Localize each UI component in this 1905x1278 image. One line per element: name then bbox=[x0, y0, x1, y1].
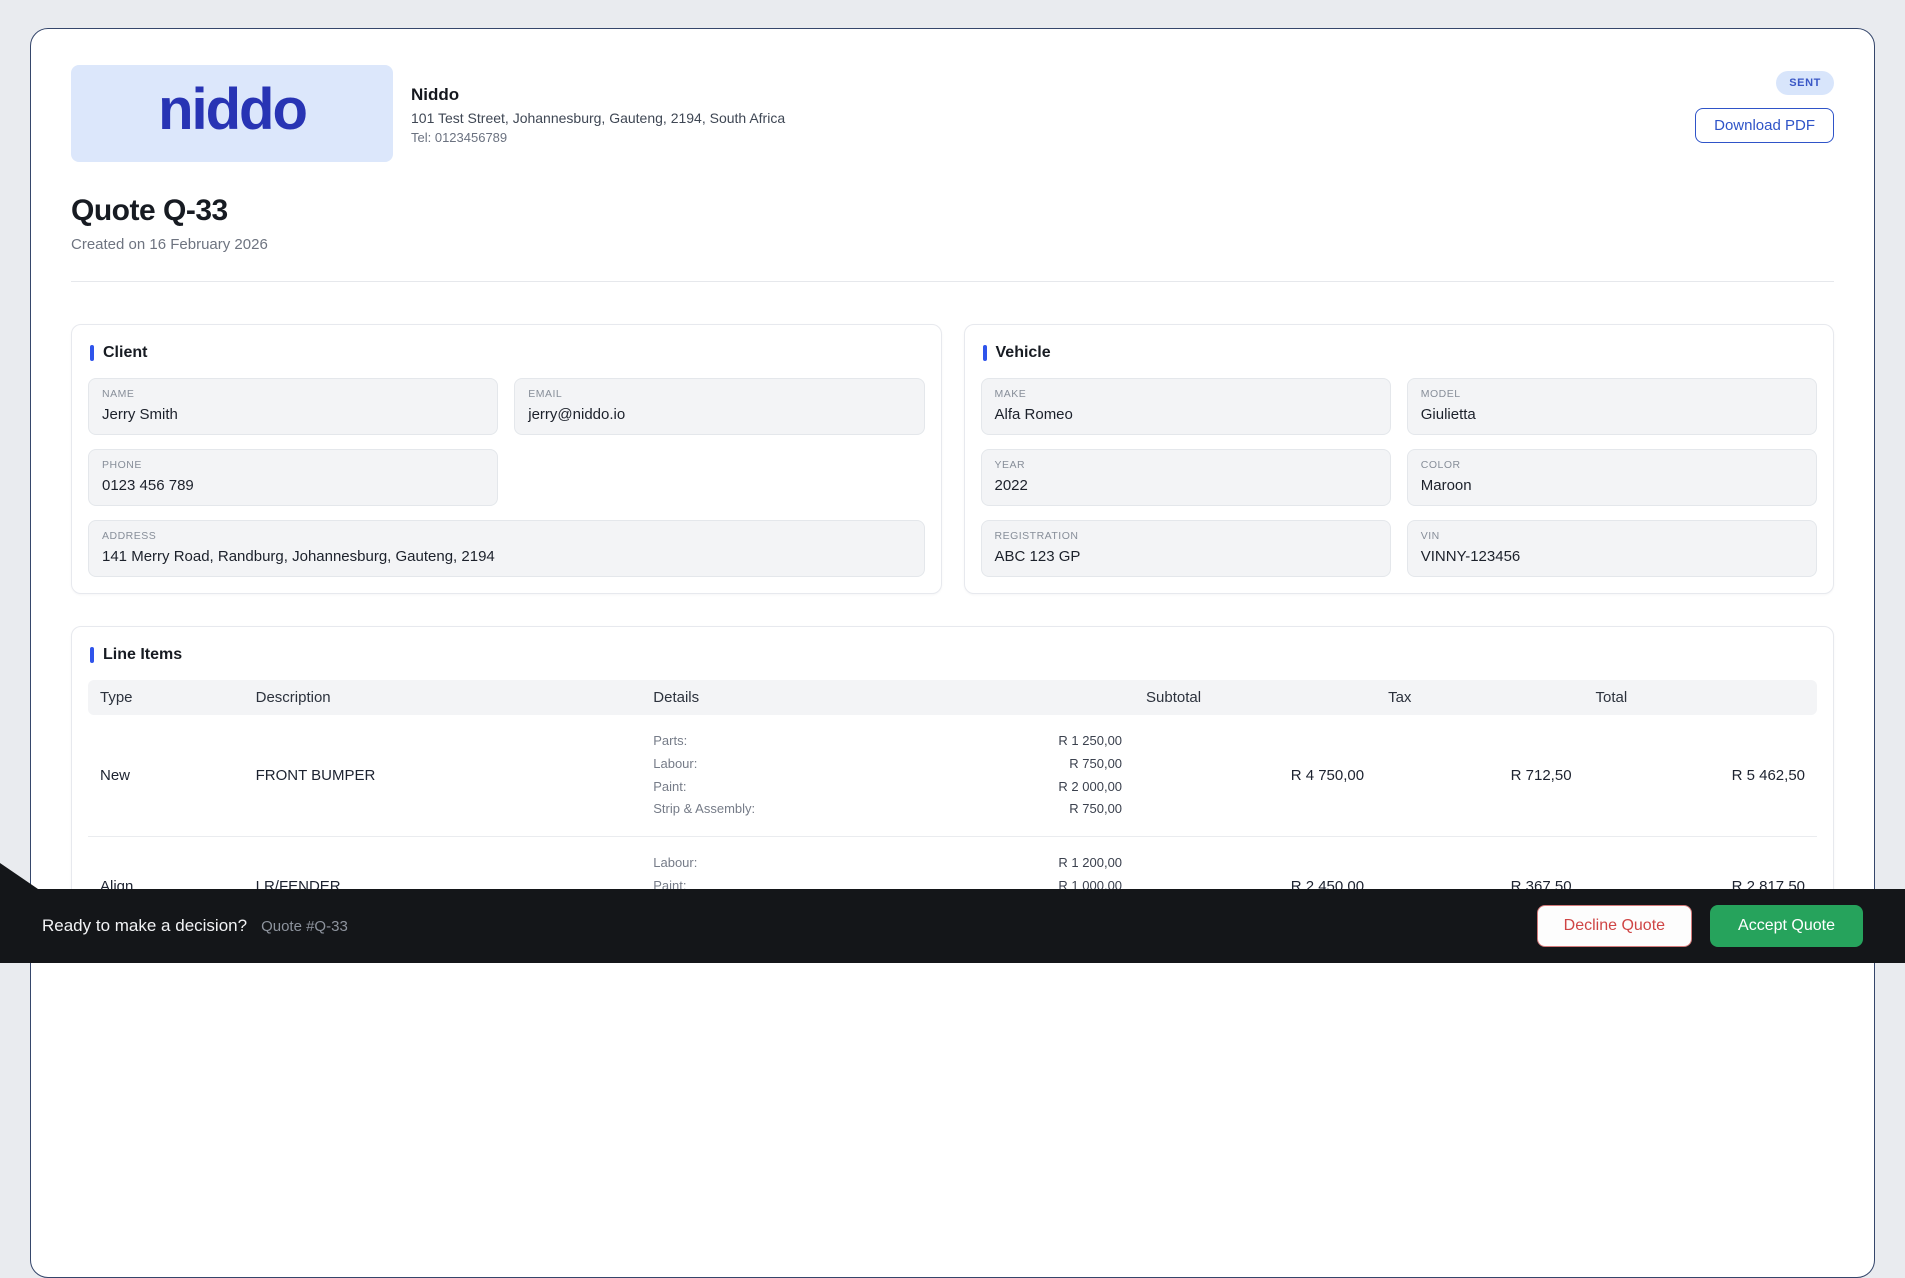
detail-amount: R 1 200,00 bbox=[1058, 852, 1122, 875]
client-section-header: Client bbox=[90, 344, 923, 362]
field-value: VINNY-123456 bbox=[1421, 548, 1803, 565]
field-client-address: Address 141 Merry Road, Randburg, Johann… bbox=[88, 520, 925, 577]
field-value: 2022 bbox=[995, 477, 1377, 494]
section-accent-bar bbox=[983, 345, 987, 361]
section-accent-bar bbox=[90, 647, 94, 663]
section-accent-bar bbox=[90, 345, 94, 361]
company-tel: Tel: 0123456789 bbox=[411, 130, 785, 145]
field-vehicle-registration: Registration ABC 123 GP bbox=[981, 520, 1391, 577]
line-items-section-header: Line Items bbox=[90, 646, 1815, 664]
column-header-total: Total bbox=[1584, 680, 1817, 715]
detail-line: Strip & Assembly: R 750,00 bbox=[653, 798, 1122, 821]
column-header-tax: Tax bbox=[1376, 680, 1583, 715]
field-client-name: Name Jerry Smith bbox=[88, 378, 498, 435]
field-label: Address bbox=[102, 530, 911, 542]
field-value: Giulietta bbox=[1421, 406, 1803, 423]
detail-label: Labour: bbox=[653, 753, 697, 776]
field-label: Registration bbox=[995, 530, 1377, 542]
field-vehicle-color: Color Maroon bbox=[1407, 449, 1817, 506]
field-label: Color bbox=[1421, 459, 1803, 471]
decline-quote-button[interactable]: Decline Quote bbox=[1537, 905, 1692, 947]
item-subtotal: R 4 750,00 bbox=[1134, 715, 1376, 837]
field-value: Maroon bbox=[1421, 477, 1803, 494]
client-section-title: Client bbox=[103, 344, 147, 362]
field-vehicle-model: Model Giulietta bbox=[1407, 378, 1817, 435]
item-tax: R 712,50 bbox=[1376, 715, 1583, 837]
field-label: VIN bbox=[1421, 530, 1803, 542]
page-title: Quote Q-33 bbox=[71, 194, 1834, 228]
column-header-description: Description bbox=[244, 680, 642, 715]
document-header: niddo Niddo 101 Test Street, Johannesbur… bbox=[71, 65, 1834, 162]
logo-text: niddo bbox=[158, 76, 306, 151]
item-total: R 5 462,50 bbox=[1584, 715, 1817, 837]
field-client-phone: Phone 0123 456 789 bbox=[88, 449, 498, 506]
field-vehicle-vin: VIN VINNY-123456 bbox=[1407, 520, 1817, 577]
item-details: Parts: R 1 250,00 Labour: R 750,00 Paint… bbox=[641, 715, 1134, 837]
client-fields: Name Jerry Smith Email jerry@niddo.io Ph… bbox=[88, 378, 925, 577]
field-value: Jerry Smith bbox=[102, 406, 484, 423]
field-label: Name bbox=[102, 388, 484, 400]
company-name: Niddo bbox=[411, 85, 785, 105]
detail-amount: R 750,00 bbox=[1069, 798, 1122, 821]
detail-amount: R 2 000,00 bbox=[1058, 776, 1122, 799]
divider bbox=[71, 281, 1834, 282]
accept-quote-button[interactable]: Accept Quote bbox=[1710, 905, 1863, 947]
decision-bar: Ready to make a decision? Quote #Q-33 De… bbox=[0, 889, 1905, 963]
field-label: Email bbox=[528, 388, 910, 400]
field-label: Phone bbox=[102, 459, 484, 471]
client-card: Client Name Jerry Smith Email jerry@nidd… bbox=[71, 324, 942, 594]
item-type: New bbox=[88, 715, 244, 837]
detail-label: Labour: bbox=[653, 852, 697, 875]
detail-line: Parts: R 1 250,00 bbox=[653, 730, 1122, 753]
quote-document: niddo Niddo 101 Test Street, Johannesbur… bbox=[30, 28, 1875, 1278]
created-date: Created on 16 February 2026 bbox=[71, 236, 1834, 253]
detail-line: Paint: R 2 000,00 bbox=[653, 776, 1122, 799]
item-description: FRONT BUMPER bbox=[244, 715, 642, 837]
company-info: Niddo 101 Test Street, Johannesburg, Gau… bbox=[411, 65, 785, 145]
column-header-details: Details bbox=[641, 680, 1134, 715]
vehicle-card: Vehicle Make Alfa Romeo Model Giulietta … bbox=[964, 324, 1835, 594]
field-label: Make bbox=[995, 388, 1377, 400]
vehicle-fields: Make Alfa Romeo Model Giulietta Year 202… bbox=[981, 378, 1818, 577]
column-header-type: Type bbox=[88, 680, 244, 715]
detail-line: Labour: R 750,00 bbox=[653, 753, 1122, 776]
detail-label: Strip & Assembly: bbox=[653, 798, 755, 821]
detail-label: Parts: bbox=[653, 730, 687, 753]
field-vehicle-year: Year 2022 bbox=[981, 449, 1391, 506]
header-actions: SENT Download PDF bbox=[1695, 65, 1834, 143]
field-value: Alfa Romeo bbox=[995, 406, 1377, 423]
field-label: Year bbox=[995, 459, 1377, 471]
status-badge: SENT bbox=[1776, 71, 1834, 95]
detail-label: Paint: bbox=[653, 776, 686, 799]
field-value: 0123 456 789 bbox=[102, 477, 484, 494]
quote-ref: Quote #Q-33 bbox=[261, 918, 348, 935]
column-header-subtotal: Subtotal bbox=[1134, 680, 1376, 715]
quote-title-block: Quote Q-33 Created on 16 February 2026 bbox=[71, 194, 1834, 253]
line-items-section-title: Line Items bbox=[103, 646, 182, 664]
decision-buttons: Decline Quote Accept Quote bbox=[1537, 905, 1863, 947]
detail-amount: R 1 250,00 bbox=[1058, 730, 1122, 753]
field-value: 141 Merry Road, Randburg, Johannesburg, … bbox=[102, 548, 911, 565]
corner-accent bbox=[0, 863, 38, 889]
line-item-row: New FRONT BUMPER Parts: R 1 250,00 Labou… bbox=[88, 715, 1817, 837]
detail-line: Labour: R 1 200,00 bbox=[653, 852, 1122, 875]
download-pdf-button[interactable]: Download PDF bbox=[1695, 108, 1834, 143]
detail-amount: R 750,00 bbox=[1069, 753, 1122, 776]
info-cards-row: Client Name Jerry Smith Email jerry@nidd… bbox=[71, 324, 1834, 594]
field-label: Model bbox=[1421, 388, 1803, 400]
table-header-row: Type Description Details Subtotal Tax To… bbox=[88, 680, 1817, 715]
field-value: jerry@niddo.io bbox=[528, 406, 910, 423]
vehicle-section-header: Vehicle bbox=[983, 344, 1816, 362]
company-logo: niddo bbox=[71, 65, 393, 162]
field-client-email: Email jerry@niddo.io bbox=[514, 378, 924, 435]
vehicle-section-title: Vehicle bbox=[996, 344, 1051, 362]
company-address: 101 Test Street, Johannesburg, Gauteng, … bbox=[411, 110, 785, 126]
decision-prompt: Ready to make a decision? bbox=[42, 916, 247, 936]
field-value: ABC 123 GP bbox=[995, 548, 1377, 565]
field-vehicle-make: Make Alfa Romeo bbox=[981, 378, 1391, 435]
